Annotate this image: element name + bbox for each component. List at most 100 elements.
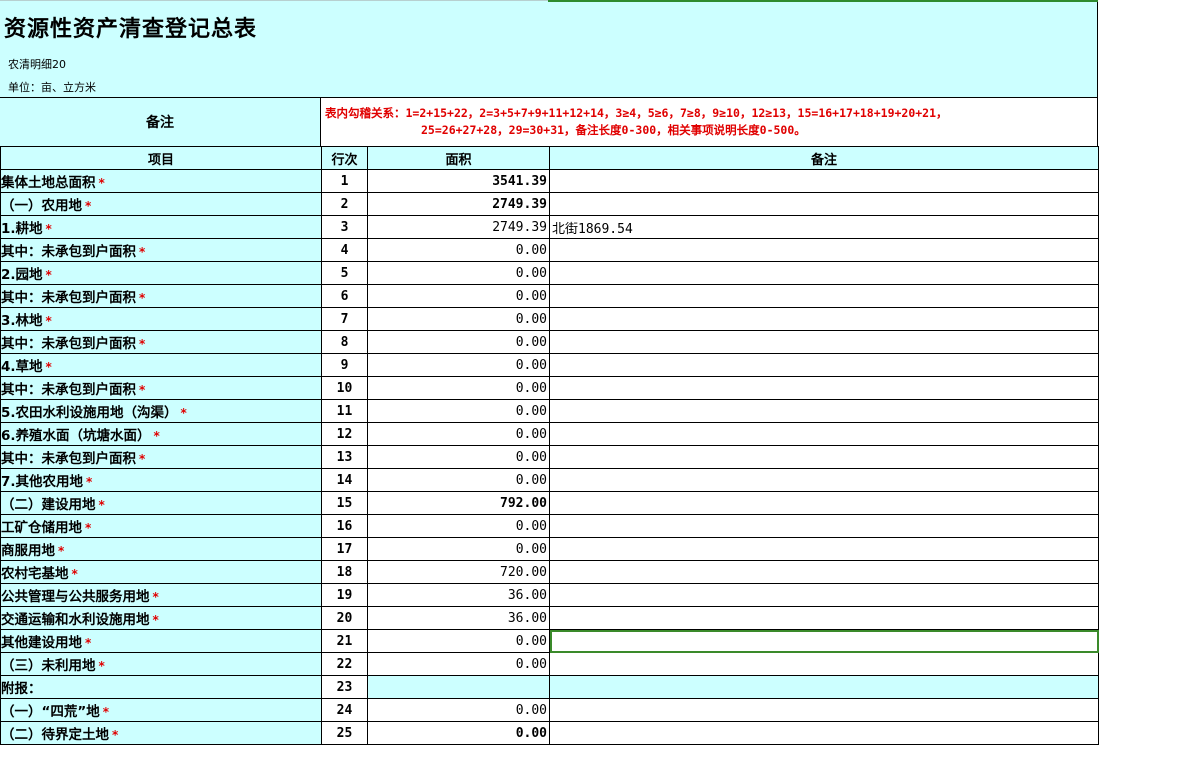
row-note-cell[interactable] — [549, 330, 1099, 354]
row-line-number[interactable]: 3 — [321, 215, 368, 239]
row-area-value[interactable]: 0.00 — [367, 284, 550, 308]
row-note-cell[interactable] — [549, 698, 1099, 722]
row-item-cell[interactable]: （一）“四荒”地 * — [0, 698, 322, 722]
row-note-cell[interactable] — [549, 307, 1099, 331]
row-line-number[interactable]: 19 — [321, 583, 368, 607]
row-line-number[interactable]: 25 — [321, 721, 368, 745]
row-line-number[interactable]: 10 — [321, 376, 368, 400]
row-item-cell[interactable]: 其中：未承包到户面积 * — [0, 284, 322, 308]
row-line-number[interactable]: 23 — [321, 675, 368, 699]
row-note-cell[interactable] — [549, 422, 1099, 446]
row-item-cell[interactable]: （二）建设用地 * — [0, 491, 322, 515]
row-line-number[interactable]: 20 — [321, 606, 368, 630]
row-item-cell[interactable]: 集体土地总面积 * — [0, 169, 322, 193]
row-note-cell[interactable] — [549, 238, 1099, 262]
row-area-value[interactable]: 2749.39 — [367, 215, 550, 239]
row-area-value[interactable] — [367, 675, 550, 699]
row-area-value[interactable]: 0.00 — [367, 537, 550, 561]
row-note-cell[interactable] — [549, 537, 1099, 561]
row-area-value[interactable]: 0.00 — [367, 238, 550, 262]
column-header-area[interactable]: 面积 — [367, 146, 550, 170]
row-area-value[interactable]: 0.00 — [367, 353, 550, 377]
row-area-value[interactable]: 720.00 — [367, 560, 550, 584]
validation-rules-cell[interactable]: 表内勾稽关系：1=2+15+22，2=3+5+7+9+11+12+14，3≥4，… — [321, 98, 1097, 146]
row-item-cell[interactable]: 交通运输和水利设施用地 * — [0, 606, 322, 630]
row-line-number[interactable]: 9 — [321, 353, 368, 377]
row-note-cell[interactable] — [549, 284, 1099, 308]
row-item-cell[interactable]: 商服用地 * — [0, 537, 322, 561]
row-item-cell[interactable]: 农村宅基地 * — [0, 560, 322, 584]
row-note-cell[interactable] — [549, 445, 1099, 469]
row-line-number[interactable]: 7 — [321, 307, 368, 331]
row-note-cell[interactable] — [549, 606, 1099, 630]
row-note-cell[interactable] — [549, 376, 1099, 400]
row-line-number[interactable]: 4 — [321, 238, 368, 262]
row-area-value[interactable]: 0.00 — [367, 652, 550, 676]
row-line-number[interactable]: 18 — [321, 560, 368, 584]
row-item-cell[interactable]: 3.林地 * — [0, 307, 322, 331]
row-note-cell[interactable] — [549, 261, 1099, 285]
row-note-cell[interactable] — [549, 192, 1099, 216]
row-area-value[interactable]: 792.00 — [367, 491, 550, 515]
row-area-value[interactable]: 0.00 — [367, 330, 550, 354]
row-note-cell[interactable] — [549, 652, 1099, 676]
row-area-value[interactable]: 0.00 — [367, 629, 550, 653]
row-note-cell[interactable] — [549, 560, 1099, 584]
row-line-number[interactable]: 5 — [321, 261, 368, 285]
row-area-value[interactable]: 0.00 — [367, 376, 550, 400]
row-line-number[interactable]: 16 — [321, 514, 368, 538]
row-note-cell[interactable] — [549, 721, 1099, 745]
row-area-value[interactable]: 0.00 — [367, 399, 550, 423]
row-line-number[interactable]: 21 — [321, 629, 368, 653]
row-line-number[interactable]: 17 — [321, 537, 368, 561]
row-area-value[interactable]: 0.00 — [367, 422, 550, 446]
row-item-cell[interactable]: （三）未利用地 * — [0, 652, 322, 676]
row-item-cell[interactable]: 公共管理与公共服务用地 * — [0, 583, 322, 607]
row-note-cell[interactable] — [549, 583, 1099, 607]
row-area-value[interactable]: 36.00 — [367, 583, 550, 607]
row-item-cell[interactable]: 5.农田水利设施用地（沟渠） * — [0, 399, 322, 423]
row-area-value[interactable]: 3541.39 — [367, 169, 550, 193]
row-item-cell[interactable]: 附报： — [0, 675, 322, 699]
row-item-cell[interactable]: 4.草地 * — [0, 353, 322, 377]
row-item-cell[interactable]: 7.其他农用地 * — [0, 468, 322, 492]
row-area-value[interactable]: 0.00 — [367, 261, 550, 285]
row-area-value[interactable]: 0.00 — [367, 307, 550, 331]
row-note-cell[interactable] — [549, 514, 1099, 538]
row-note-cell[interactable] — [549, 169, 1099, 193]
row-line-number[interactable]: 22 — [321, 652, 368, 676]
row-note-cell[interactable] — [549, 468, 1099, 492]
row-item-cell[interactable]: 其中：未承包到户面积 * — [0, 376, 322, 400]
row-area-value[interactable]: 0.00 — [367, 445, 550, 469]
row-item-cell[interactable]: 其中：未承包到户面积 * — [0, 238, 322, 262]
row-item-cell[interactable]: 工矿仓储用地 * — [0, 514, 322, 538]
row-line-number[interactable]: 12 — [321, 422, 368, 446]
row-area-value[interactable]: 0.00 — [367, 468, 550, 492]
note-label-cell[interactable]: 备注 — [0, 98, 321, 146]
row-item-cell[interactable]: （二）待界定土地 * — [0, 721, 322, 745]
row-line-number[interactable]: 2 — [321, 192, 368, 216]
row-line-number[interactable]: 14 — [321, 468, 368, 492]
row-item-cell[interactable]: 2.园地 * — [0, 261, 322, 285]
row-area-value[interactable]: 0.00 — [367, 514, 550, 538]
row-area-value[interactable]: 0.00 — [367, 721, 550, 745]
row-line-number[interactable]: 1 — [321, 169, 368, 193]
column-header-item[interactable]: 项目 — [0, 146, 322, 170]
row-note-cell[interactable] — [549, 353, 1099, 377]
column-header-line-no[interactable]: 行次 — [321, 146, 368, 170]
row-line-number[interactable]: 13 — [321, 445, 368, 469]
column-header-note[interactable]: 备注 — [549, 146, 1099, 170]
row-note-cell[interactable] — [549, 399, 1099, 423]
row-line-number[interactable]: 15 — [321, 491, 368, 515]
row-item-cell[interactable]: （一）农用地 * — [0, 192, 322, 216]
row-note-cell[interactable] — [549, 675, 1099, 699]
row-item-cell[interactable]: 其他建设用地 * — [0, 629, 322, 653]
row-line-number[interactable]: 24 — [321, 698, 368, 722]
row-area-value[interactable]: 2749.39 — [367, 192, 550, 216]
row-item-cell[interactable]: 其中：未承包到户面积 * — [0, 445, 322, 469]
row-line-number[interactable]: 11 — [321, 399, 368, 423]
row-area-value[interactable]: 0.00 — [367, 698, 550, 722]
row-note-cell-selected[interactable] — [549, 629, 1099, 653]
row-line-number[interactable]: 8 — [321, 330, 368, 354]
row-item-cell[interactable]: 1.耕地 * — [0, 215, 322, 239]
